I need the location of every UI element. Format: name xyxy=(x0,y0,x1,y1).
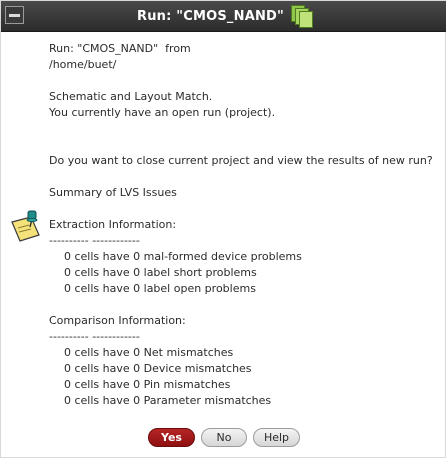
stacked-pages-icon xyxy=(291,5,313,28)
extraction-item: 0 cells have 0 label open problems xyxy=(64,282,256,295)
message-area: Run: "CMOS_NAND" from /home/buet/ Schema… xyxy=(49,41,444,409)
extraction-rule: ---------- ------------ xyxy=(49,234,140,247)
extraction-heading: Extraction Information: xyxy=(49,218,177,231)
extraction-item: 0 cells have 0 mal-formed device problem… xyxy=(64,250,302,263)
help-button[interactable]: Help xyxy=(253,428,300,447)
comparison-item: 0 cells have 0 Parameter mismatches xyxy=(64,394,272,407)
button-row: Yes No Help xyxy=(1,428,446,447)
window-title: Run: "CMOS_NAND" xyxy=(137,8,284,24)
comparison-item: 0 cells have 0 Net mismatches xyxy=(64,346,234,359)
summary-title: Summary of LVS Issues xyxy=(49,186,177,199)
comparison-rule: ---------- ------------ xyxy=(49,330,140,343)
comparison-heading: Comparison Information: xyxy=(49,314,186,327)
comparison-item: 0 cells have 0 Device mismatches xyxy=(64,362,252,375)
run-path: /home/buet/ xyxy=(49,58,117,71)
dialog-window: Run: "CMOS_NAND" Run: "CMOS_NAND" from /… xyxy=(0,0,446,458)
yes-button[interactable]: Yes xyxy=(148,428,195,447)
match-status: Schematic and Layout Match. xyxy=(49,90,213,103)
no-button[interactable]: No xyxy=(201,428,247,447)
extraction-item: 0 cells have 0 label short problems xyxy=(64,266,257,279)
question-text: Do you want to close current project and… xyxy=(49,154,433,167)
title-bar[interactable]: Run: "CMOS_NAND" xyxy=(1,1,446,32)
comparison-item: 0 cells have 0 Pin mismatches xyxy=(64,378,231,391)
open-run-notice: You currently have an open run (project)… xyxy=(49,106,276,119)
run-line: Run: "CMOS_NAND" from xyxy=(49,42,191,55)
note-pin-icon xyxy=(11,210,40,242)
